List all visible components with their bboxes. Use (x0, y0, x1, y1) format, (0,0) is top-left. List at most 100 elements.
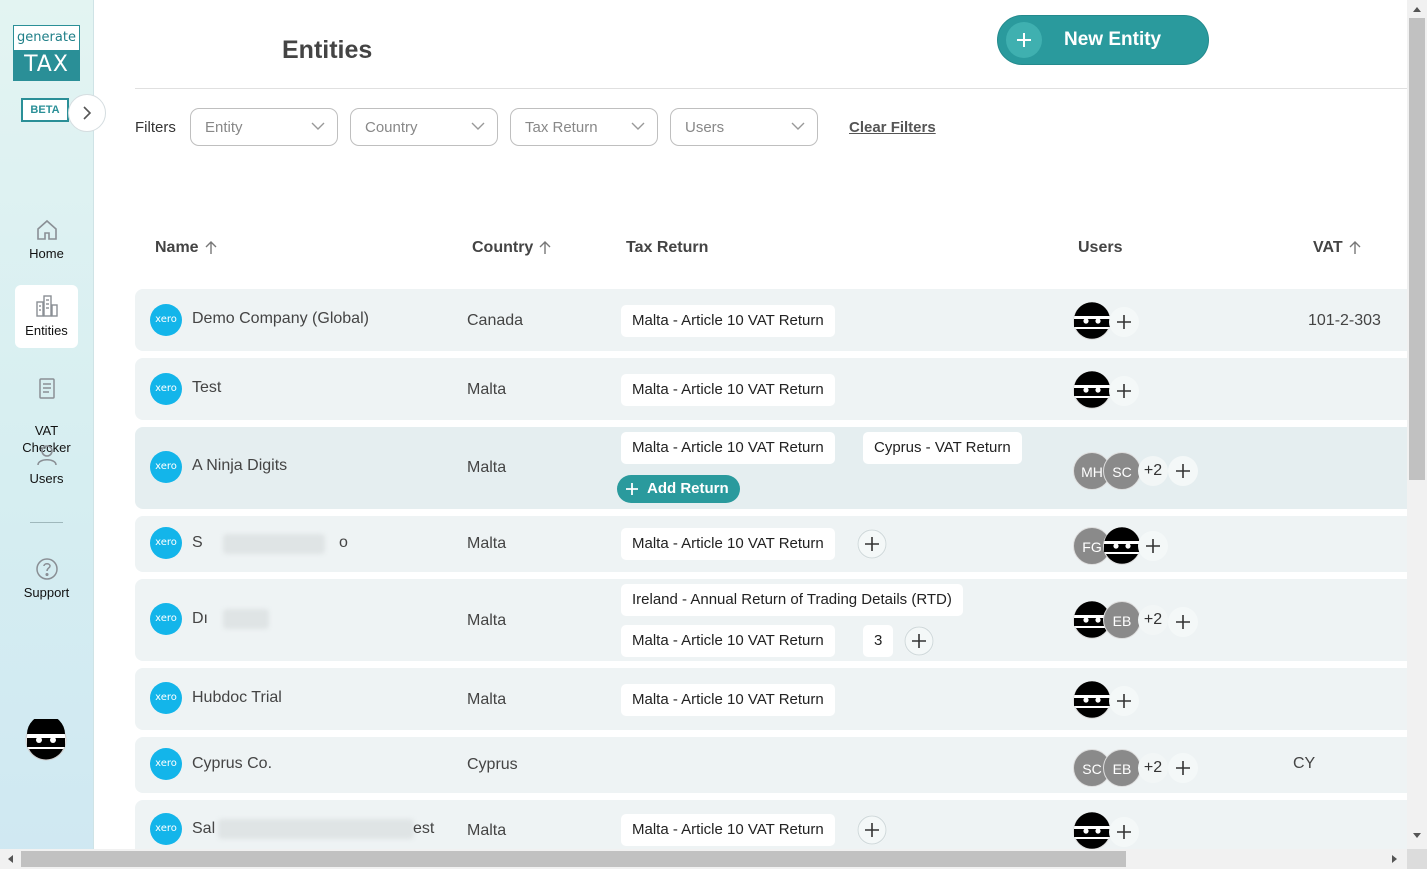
column-header-name[interactable]: Name (155, 239, 217, 257)
table-row[interactable]: xero Test Malta Malta - Article 10 VAT R… (135, 358, 1407, 420)
horizontal-scrollbar[interactable] (0, 849, 1407, 869)
add-return-button[interactable] (857, 529, 887, 559)
add-return-button[interactable] (904, 626, 934, 656)
sidebar-item-vat-checker[interactable]: VAT Checker (15, 360, 78, 455)
xero-icon: xero (150, 373, 182, 405)
chevron-right-icon (83, 106, 92, 120)
entity-country: Cyprus (467, 756, 518, 773)
add-user-button[interactable] (1109, 376, 1139, 406)
entity-country: Malta (467, 822, 507, 839)
clear-filters-link[interactable]: Clear Filters (849, 119, 936, 136)
entity-name[interactable]: Hubdoc Trial (192, 689, 282, 707)
scroll-up-arrow-icon (1413, 7, 1421, 12)
add-user-button[interactable] (1168, 607, 1198, 637)
user-avatar[interactable] (1073, 302, 1111, 340)
tax-return-filter-select[interactable]: Tax Return (510, 108, 658, 146)
more-returns-count[interactable]: 3 (863, 625, 894, 657)
user-avatar[interactable]: SC (1103, 452, 1141, 490)
users-filter-select[interactable]: Users (670, 108, 818, 146)
tax-return-tag[interactable]: Malta - Article 10 VAT Return (621, 528, 835, 560)
home-icon (15, 218, 78, 242)
generate-tax-logo[interactable]: generate TAX (13, 25, 80, 81)
table-row[interactable]: xero S o Malta Malta - Article 10 VAT Re… (135, 516, 1407, 572)
column-header-label: Name (155, 239, 199, 256)
add-user-button[interactable] (1109, 686, 1139, 716)
add-user-button[interactable] (1168, 753, 1198, 783)
user-avatar[interactable] (1073, 371, 1111, 409)
sidebar-item-home[interactable]: Home (15, 218, 78, 266)
add-user-button[interactable] (1109, 817, 1139, 847)
entity-country: Malta (467, 535, 507, 552)
chevron-down-icon (311, 122, 325, 130)
sort-arrow-up-icon (539, 241, 551, 254)
scroll-right-arrow-icon (1392, 855, 1397, 863)
entity-name-end[interactable]: o (339, 534, 348, 552)
entity-name[interactable]: Cyprus Co. (192, 755, 272, 773)
xero-icon: xero (150, 451, 182, 483)
xero-icon: xero (150, 527, 182, 559)
add-return-button[interactable] (857, 815, 887, 845)
user-avatar[interactable] (1073, 681, 1111, 719)
vertical-scroll-thumb[interactable] (1409, 18, 1425, 480)
tax-return-tag[interactable]: Malta - Article 10 VAT Return (621, 374, 835, 406)
current-user-avatar[interactable] (25, 715, 67, 766)
sort-arrow-up-icon (1349, 241, 1361, 254)
tax-return-tag[interactable]: Malta - Article 10 VAT Return (621, 432, 835, 464)
add-user-button[interactable] (1138, 531, 1168, 561)
entity-country: Malta (467, 691, 507, 708)
add-return-button[interactable]: Add Return (617, 475, 740, 503)
entity-name-start[interactable]: Sal (192, 820, 215, 838)
tax-return-tag[interactable]: Ireland - Annual Return of Trading Detai… (621, 584, 963, 616)
sidebar-item-users[interactable]: Users (15, 443, 78, 491)
table-row[interactable]: xero Sal est Malta Malta - Article 10 VA… (135, 800, 1407, 849)
add-user-button[interactable] (1109, 307, 1139, 337)
more-users-count[interactable]: +2 (1138, 456, 1168, 486)
redacted-text (223, 534, 325, 554)
entity-name-start[interactable]: Dı (192, 610, 208, 628)
user-avatar[interactable]: EB (1103, 601, 1141, 639)
vertical-scrollbar[interactable] (1407, 0, 1427, 849)
buildings-icon (15, 293, 78, 319)
new-entity-button[interactable]: New Entity (997, 15, 1209, 65)
column-header-users: Users (1078, 239, 1122, 257)
entity-name[interactable]: A Ninja Digits (192, 457, 287, 475)
column-header-label: Tax Return (626, 239, 709, 256)
expand-sidebar-button[interactable] (68, 94, 106, 132)
table-row[interactable]: xero Hubdoc Trial Malta Malta - Article … (135, 668, 1407, 730)
tax-return-tag[interactable]: Malta - Article 10 VAT Return (621, 684, 835, 716)
more-users-count[interactable]: +2 (1138, 605, 1168, 635)
table-row[interactable]: xero Dı Malta Ireland - Annual Return of… (135, 579, 1407, 661)
add-user-button[interactable] (1168, 456, 1198, 486)
entity-country: Malta (467, 459, 507, 476)
horizontal-scroll-thumb[interactable] (21, 851, 1126, 867)
user-avatar[interactable]: EB (1103, 749, 1141, 787)
table-row[interactable]: xero Demo Company (Global) Canada Malta … (135, 289, 1407, 351)
country-filter-select[interactable]: Country (350, 108, 498, 146)
sidebar-item-support[interactable]: Support (15, 557, 78, 605)
entity-filter-select[interactable]: Entity (190, 108, 338, 146)
xero-icon: xero (150, 682, 182, 714)
tax-return-tag[interactable]: Cyprus - VAT Return (863, 432, 1022, 464)
table-row[interactable]: xero A Ninja Digits Malta Malta - Articl… (135, 427, 1407, 509)
table-row[interactable]: xero Cyprus Co. Cyprus SC EB +2 CY (135, 737, 1407, 793)
sidebar-item-label: Home (29, 246, 64, 261)
logo-bottom-text: TAX (14, 50, 79, 80)
entity-name[interactable]: Demo Company (Global) (192, 310, 369, 328)
chevron-down-icon (471, 122, 485, 130)
tax-return-tag[interactable]: Malta - Article 10 VAT Return (621, 305, 835, 337)
xero-icon: xero (150, 813, 182, 845)
entity-country: Canada (467, 312, 524, 329)
entity-name-end[interactable]: est (413, 820, 434, 838)
column-header-vat[interactable]: VAT (1313, 239, 1361, 257)
entity-name[interactable]: Test (192, 379, 221, 397)
tax-return-tag[interactable]: Malta - Article 10 VAT Return (621, 625, 835, 657)
column-header-country[interactable]: Country (472, 239, 551, 257)
more-users-count[interactable]: +2 (1138, 753, 1168, 783)
xero-icon: xero (150, 304, 182, 336)
user-avatar[interactable] (1073, 812, 1111, 849)
user-avatar[interactable] (1103, 527, 1141, 565)
sidebar-item-entities[interactable]: Entities (15, 285, 78, 348)
tax-return-tag[interactable]: Malta - Article 10 VAT Return (621, 814, 835, 846)
entity-name-start[interactable]: S (192, 534, 203, 552)
entity-vat: CY (1293, 755, 1316, 772)
